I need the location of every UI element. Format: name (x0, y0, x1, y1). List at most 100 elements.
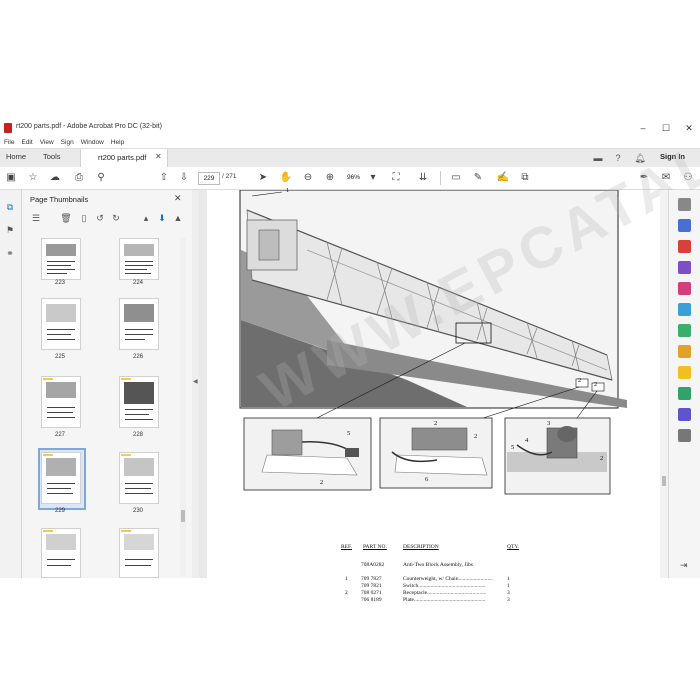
menu-file[interactable]: File (4, 139, 14, 146)
thumbnail-227[interactable] (41, 376, 81, 428)
thumbnail-226[interactable] (119, 298, 159, 350)
draw-icon[interactable]: ✍ (496, 171, 510, 185)
thumbnail-230[interactable] (119, 452, 159, 504)
options-menu-icon[interactable]: ☰ (30, 212, 42, 224)
row3-part: 708 0271 (361, 590, 382, 596)
close-tab-icon[interactable]: ✕ (155, 152, 162, 161)
organize-icon[interactable] (678, 324, 691, 337)
scan-icon[interactable] (678, 345, 691, 358)
upload-cloud-icon[interactable]: ☁ (48, 171, 62, 185)
scrollbar-thumb[interactable] (181, 510, 185, 522)
thumbnail-image (41, 528, 81, 578)
save-icon[interactable]: ▣ (4, 171, 18, 185)
menu-view[interactable]: View (40, 139, 54, 146)
highlight-pen-icon[interactable]: ✎ (471, 171, 485, 185)
thumbnail-label-224: 224 (132, 280, 143, 286)
page-number-input[interactable]: 229 (198, 172, 220, 185)
panel-splitter[interactable]: ◀ (192, 190, 199, 578)
thumbnail-223[interactable] (41, 238, 81, 280)
thumbnail-picture (46, 382, 76, 398)
search-icon[interactable]: ⚲ (94, 171, 108, 185)
col-header-ref: REF. (341, 544, 353, 550)
thumbnail-text-line (47, 334, 71, 335)
thumbnail-image (41, 376, 81, 428)
thumbnail-text-line (47, 261, 75, 262)
minimize-button[interactable]: – (636, 121, 650, 135)
thumbnail-size-marker-icon[interactable]: ⬇ (156, 212, 168, 224)
document-scrollbar[interactable] (660, 190, 668, 578)
print-icon[interactable]: ⎙ (72, 171, 86, 185)
hand-tool-icon[interactable]: ✋ (279, 171, 293, 185)
edit-pdf-icon[interactable] (678, 282, 691, 295)
stamp-icon[interactable]: ⧉ (518, 171, 532, 185)
insert-page-icon[interactable]: ▯ (78, 212, 90, 224)
comment-icon[interactable] (678, 303, 691, 316)
toolbar-divider (440, 171, 441, 185)
print-icon[interactable] (678, 387, 691, 400)
thumbnail-231[interactable] (41, 528, 81, 578)
tab-document[interactable]: rt200 parts.pdf ✕ (80, 149, 168, 167)
tools-icon[interactable] (678, 429, 691, 442)
combine-icon[interactable] (678, 261, 691, 274)
shrink-thumbnails-icon[interactable]: ▴ (140, 212, 152, 224)
thumbnail-text-line (125, 265, 153, 266)
menu-help[interactable]: Help (111, 139, 124, 146)
thumbnail-highlight (43, 378, 53, 380)
tab-tools[interactable]: Tools (43, 152, 61, 161)
thumbnail-picture (124, 382, 154, 404)
thumbnail-224[interactable] (119, 238, 159, 280)
menu-sign[interactable]: Sign (61, 139, 74, 146)
sticky-note-icon[interactable]: ▭ (449, 171, 463, 185)
zoom-icon[interactable] (678, 198, 691, 211)
collapse-arrow-icon[interactable]: ◀ (193, 378, 198, 385)
callout-2-detail2a: 2 (434, 420, 438, 427)
thumbnail-text-line (47, 559, 75, 560)
create-pdf-icon[interactable] (678, 240, 691, 253)
rotate-right-icon[interactable]: ↻ (110, 212, 122, 224)
tab-home[interactable]: Home (6, 152, 26, 161)
previous-page-icon[interactable]: ⇧ (157, 171, 171, 185)
scrollbar-thumb[interactable] (662, 476, 666, 486)
zoom-out-icon[interactable]: ⊖ (301, 171, 315, 185)
rotate-left-icon[interactable]: ↺ (94, 212, 106, 224)
scroll-mode-icon[interactable]: ⇊ (416, 171, 430, 185)
select-cursor-icon[interactable]: ➤ (256, 171, 270, 185)
expand-rail-icon[interactable]: ⇥ (680, 560, 688, 571)
row0-desc: Anti-Two Block Assembly, Jibs (403, 562, 473, 568)
maximize-button[interactable]: ☐ (659, 121, 673, 135)
protect-icon[interactable] (678, 408, 691, 421)
thumbnail-228[interactable] (119, 376, 159, 428)
fit-page-icon[interactable]: ⛶ (389, 171, 403, 185)
thumbnail-225[interactable] (41, 298, 81, 350)
thumbnail-image (41, 452, 81, 504)
star-icon[interactable]: ☆ (26, 171, 40, 185)
thumbnail-229-selected[interactable] (38, 448, 86, 510)
thumbnail-text-line (47, 493, 73, 494)
fill-sign-icon[interactable] (678, 366, 691, 379)
panel-title: Page Thumbnails (30, 195, 89, 204)
thumbnail-text-line (47, 329, 75, 330)
thumbnail-label-230: 230 (132, 508, 143, 514)
thumbnail-image (41, 238, 81, 280)
row3-ref: 2 (345, 590, 348, 596)
thumbnail-image (119, 452, 159, 504)
thumbnail-text-line (125, 269, 147, 270)
thumbnails-icon[interactable]: ⧉ (3, 200, 17, 214)
delete-icon[interactable]: 🗑︎ (60, 212, 72, 224)
menu-window[interactable]: Window (81, 139, 104, 146)
menu-edit[interactable]: Edit (21, 139, 32, 146)
attachment-icon[interactable]: ⚭ (3, 246, 17, 260)
export-pdf-icon[interactable] (678, 219, 691, 232)
zoom-in-icon[interactable]: ⊕ (323, 171, 337, 185)
bookmark-icon[interactable]: ⚑ (3, 223, 17, 237)
next-page-icon[interactable]: ⇩ (177, 171, 191, 185)
thumbnail-232[interactable] (119, 528, 159, 578)
help-icon[interactable]: ? (612, 152, 624, 164)
right-tools-rail: ⇥ (668, 190, 700, 578)
comment-bubble-icon[interactable]: ▬ (592, 152, 604, 164)
enlarge-thumbnails-icon[interactable]: ▲ (172, 212, 184, 224)
thumbnail-scrollbar[interactable] (180, 238, 186, 576)
close-panel-icon[interactable]: ✕ (174, 193, 182, 204)
chevron-down-icon[interactable]: ▾ (366, 171, 380, 185)
thumbnail-text-line (47, 339, 75, 340)
